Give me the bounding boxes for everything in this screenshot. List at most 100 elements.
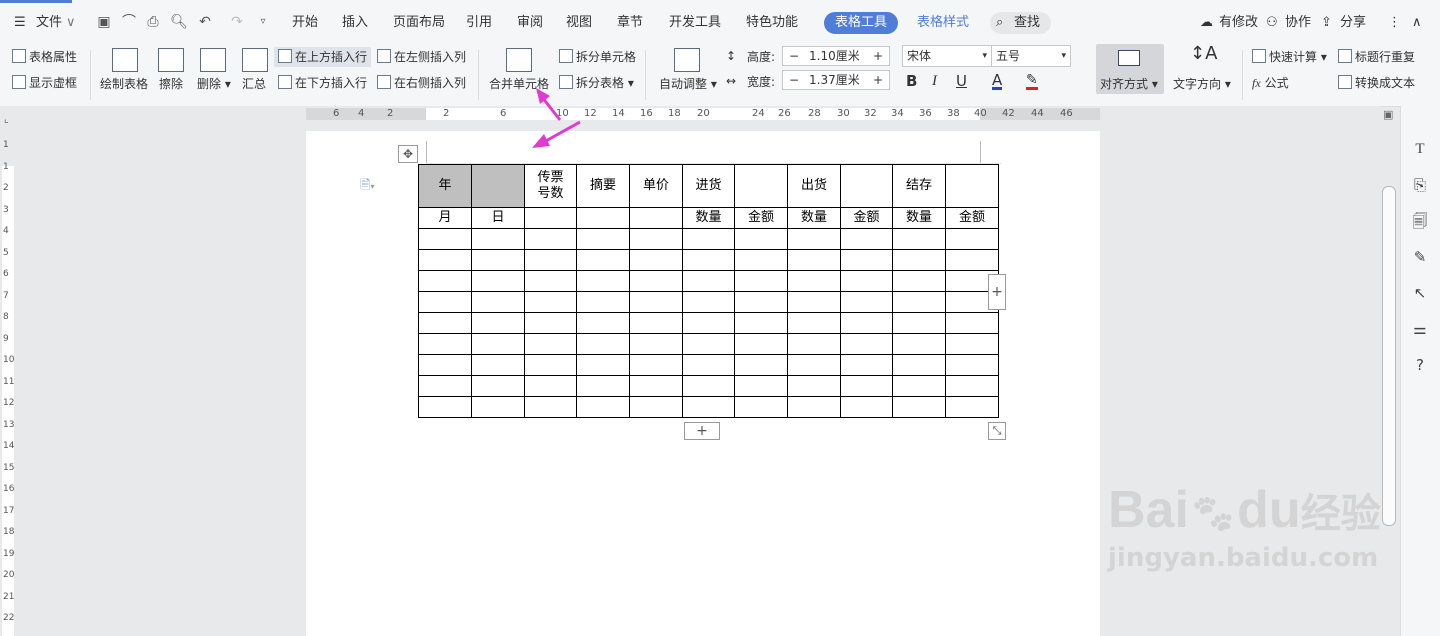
table-cell[interactable] — [892, 333, 946, 355]
document-icon[interactable]: 🗎︎▾ — [360, 176, 374, 198]
more-menu-icon[interactable]: ⋮ — [1388, 14, 1401, 32]
draw-table-button[interactable]: 绘制表格 — [100, 76, 148, 92]
table-cell[interactable] — [787, 354, 841, 376]
table-cell[interactable] — [892, 249, 946, 271]
table-cell[interactable] — [892, 396, 946, 418]
height-value[interactable]: 1.10厘米 — [809, 47, 860, 65]
table-cell[interactable] — [945, 375, 999, 397]
table-cell[interactable] — [576, 228, 630, 250]
split-cells-button[interactable]: 拆分单元格 — [559, 49, 636, 65]
table-cell[interactable] — [629, 270, 683, 292]
table-cell[interactable] — [734, 270, 788, 292]
table-cell[interactable] — [418, 396, 472, 418]
table-cell[interactable] — [734, 333, 788, 355]
table-cell[interactable] — [682, 375, 735, 397]
table-cell[interactable] — [787, 249, 841, 271]
table-cell[interactable] — [945, 228, 999, 250]
table-cell[interactable] — [418, 333, 472, 355]
table-cell[interactable] — [682, 354, 735, 376]
hamburger-icon[interactable]: ☰ — [14, 14, 26, 32]
align-button[interactable]: 对齐方式 ▾ — [1096, 44, 1164, 94]
resize-table-icon[interactable]: ⤡ — [988, 422, 1006, 440]
font-name-select[interactable]: 宋体 ▾ — [902, 45, 992, 67]
summary-button[interactable]: 汇总 — [242, 76, 266, 92]
table-cell[interactable] — [576, 270, 630, 292]
auto-fit-button[interactable]: 自动调整 ▾ — [659, 76, 717, 92]
table-cell[interactable] — [840, 164, 893, 208]
file-menu[interactable]: 文件 — [36, 14, 62, 32]
decrement-icon[interactable]: − — [789, 47, 799, 65]
more-icon[interactable]: ▿ — [254, 13, 272, 31]
font-color-button[interactable]: A — [992, 73, 1003, 90]
table-cell[interactable] — [734, 291, 788, 313]
increment-icon[interactable]: + — [873, 47, 883, 65]
table-cell[interactable] — [576, 207, 630, 229]
table-cell[interactable] — [629, 291, 683, 313]
table-cell[interactable]: 传票 号数 — [524, 164, 577, 208]
convert-to-text-button[interactable]: 转换成文本 — [1338, 75, 1415, 91]
table-cell[interactable] — [471, 270, 525, 292]
table-cell[interactable] — [524, 333, 577, 355]
table-cell[interactable] — [471, 396, 525, 418]
increment-icon[interactable]: + — [873, 71, 883, 89]
table-cell[interactable] — [787, 333, 841, 355]
table-cell[interactable] — [524, 312, 577, 334]
insert-col-right-button[interactable]: 在右侧插入列 — [377, 75, 466, 91]
adjust-sliders-icon[interactable]: ⚌ — [1411, 320, 1429, 338]
table-cell[interactable]: 年 — [418, 164, 472, 208]
table-cell[interactable] — [524, 396, 577, 418]
table-cell[interactable] — [418, 312, 472, 334]
table-cell[interactable]: 日 — [471, 207, 525, 229]
table-cell[interactable] — [682, 291, 735, 313]
table-cell[interactable] — [471, 333, 525, 355]
table-cell[interactable] — [471, 375, 525, 397]
tab-table-tools[interactable]: 表格工具 — [824, 12, 899, 34]
collapse-ribbon-icon[interactable]: ∧ — [1412, 14, 1422, 32]
tab-start[interactable]: 开始 — [292, 14, 318, 32]
undo-icon[interactable]: ↶ — [196, 13, 214, 31]
share-button[interactable]: 分享 — [1340, 14, 1366, 32]
save-icon[interactable]: ▣ — [95, 13, 113, 31]
table-cell[interactable] — [734, 396, 788, 418]
table-cell[interactable] — [471, 354, 525, 376]
table-cell[interactable] — [840, 228, 893, 250]
table-cell[interactable] — [418, 375, 472, 397]
table-cell[interactable] — [524, 207, 577, 229]
table-cell[interactable] — [840, 312, 893, 334]
bold-button[interactable]: B — [906, 73, 917, 89]
insert-col-left-button[interactable]: 在左侧插入列 — [377, 49, 466, 65]
table-cell[interactable] — [682, 312, 735, 334]
table-cell[interactable] — [945, 164, 999, 208]
table-cell[interactable] — [524, 270, 577, 292]
pen-icon[interactable]: ✎ — [1411, 248, 1429, 266]
tab-reference[interactable]: 引用 — [466, 14, 492, 32]
table-cell[interactable] — [892, 375, 946, 397]
table-cell[interactable] — [787, 312, 841, 334]
table-cell[interactable]: 进货 — [682, 164, 735, 208]
table-cell[interactable] — [840, 333, 893, 355]
redo-icon[interactable]: ↷ — [228, 13, 246, 31]
height-stepper[interactable]: − 1.10厘米 + — [782, 46, 890, 66]
erase-button[interactable]: 擦除 — [159, 76, 183, 92]
width-stepper[interactable]: − 1.37厘米 + — [782, 70, 890, 90]
table-cell[interactable] — [734, 164, 788, 208]
document-review-icon[interactable]: 🗐︎ — [1411, 212, 1429, 230]
add-column-button[interactable]: + — [988, 274, 1006, 310]
table-cell[interactable] — [682, 270, 735, 292]
table-cell[interactable] — [471, 312, 525, 334]
table-cell[interactable] — [682, 396, 735, 418]
help-icon[interactable]: ? — [1411, 356, 1429, 374]
text-direction-button[interactable]: 文字方向 ▾ — [1173, 76, 1231, 92]
ruler-toggle-icon[interactable]: ▣ — [1383, 108, 1393, 121]
table-cell[interactable] — [892, 270, 946, 292]
table-cell[interactable]: 金额 — [840, 207, 893, 229]
quick-calc-button[interactable]: 快速计算 ▾ — [1252, 49, 1327, 65]
table-cell[interactable] — [787, 396, 841, 418]
table-cell[interactable] — [418, 270, 472, 292]
table-cell[interactable]: 数量 — [682, 207, 735, 229]
table-cell[interactable] — [418, 228, 472, 250]
table-cell[interactable]: 单价 — [629, 164, 683, 208]
tab-review[interactable]: 审阅 — [517, 14, 543, 32]
insert-row-below-button[interactable]: 在下方插入行 — [278, 75, 367, 91]
width-value[interactable]: 1.37厘米 — [809, 71, 860, 89]
